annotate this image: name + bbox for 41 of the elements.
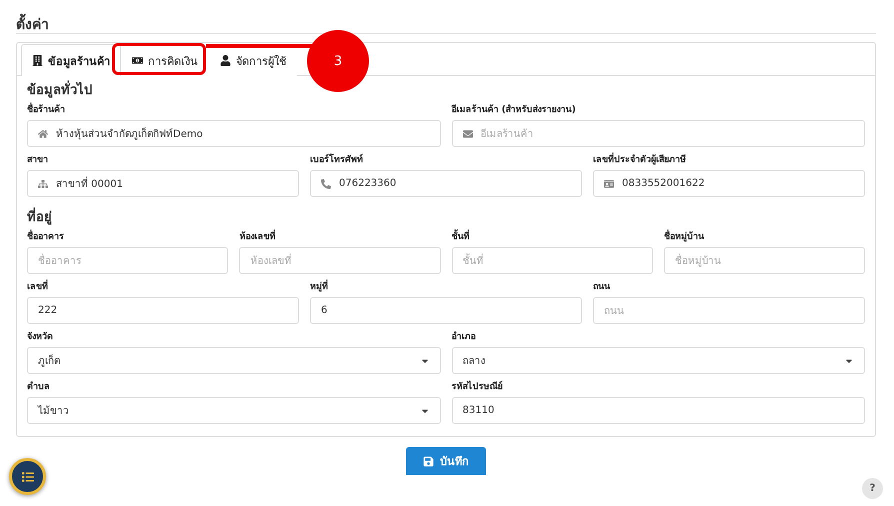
field-label: หมู่ที่: [310, 280, 582, 294]
field-label: เลขที่: [27, 280, 299, 294]
field-label: ชื่อร้านค้า: [27, 103, 440, 117]
phone-icon: [321, 178, 331, 188]
user-icon: [220, 55, 231, 66]
input-field[interactable]: 0833552001622: [593, 170, 865, 197]
menu-button[interactable]: [9, 458, 46, 495]
field-label: จังหวัด: [27, 330, 54, 344]
field-label: เบอร์โทรศัพท์: [310, 153, 364, 167]
input-field[interactable]: 076223360: [310, 170, 582, 197]
input-field[interactable]: 222: [27, 297, 299, 324]
dropdown[interactable]: ไม้ขาว: [27, 397, 440, 424]
tab[interactable]: ข้อมูลร้านค้า: [21, 44, 121, 76]
save-button[interactable]: บันทึก: [406, 447, 486, 475]
section-heading: ที่อยู่: [27, 209, 865, 227]
home-icon: [38, 128, 48, 138]
field-label: อำเภอ: [452, 330, 476, 344]
id-card-icon: [604, 178, 614, 188]
input-field[interactable]: สาขาที่ 00001: [27, 170, 299, 197]
building-icon: [32, 55, 43, 66]
envelope-icon: [462, 128, 472, 138]
field-label: ห้องเลขที่: [239, 230, 440, 244]
help-button[interactable]: ?: [862, 478, 883, 499]
field-label: ถนน: [593, 281, 611, 294]
list-icon: [22, 470, 34, 482]
field-label: ชั้นที่: [452, 230, 653, 244]
field-label: เลขที่ประจำตัวผู้เสียภาษี: [593, 153, 865, 167]
input-field[interactable]: 83110: [452, 397, 865, 424]
dropdown[interactable]: ภูเก็ต: [27, 347, 440, 374]
hierarchy-icon: [38, 178, 48, 188]
field-label: อีเมลร้านค้า (สำหรับส่งรายงาน): [452, 103, 577, 117]
field-label: สาขา: [27, 154, 49, 167]
field-label: ชื่อหมู่บ้าน: [664, 230, 865, 244]
field-label: รหัสไปรษณีย์: [452, 380, 504, 394]
dropdown[interactable]: ถลาง: [452, 347, 865, 374]
input-field[interactable]: 6: [310, 297, 582, 324]
step-marker: 3: [307, 30, 369, 92]
banknote-icon: [132, 55, 143, 66]
field-label: ชื่ออาคาร: [27, 230, 228, 244]
input-field[interactable]: ห้างหุ้นส่วนจำกัดภูเก็ตกิฟท์Demo: [27, 120, 440, 147]
field-label: ตำบล: [27, 380, 51, 394]
